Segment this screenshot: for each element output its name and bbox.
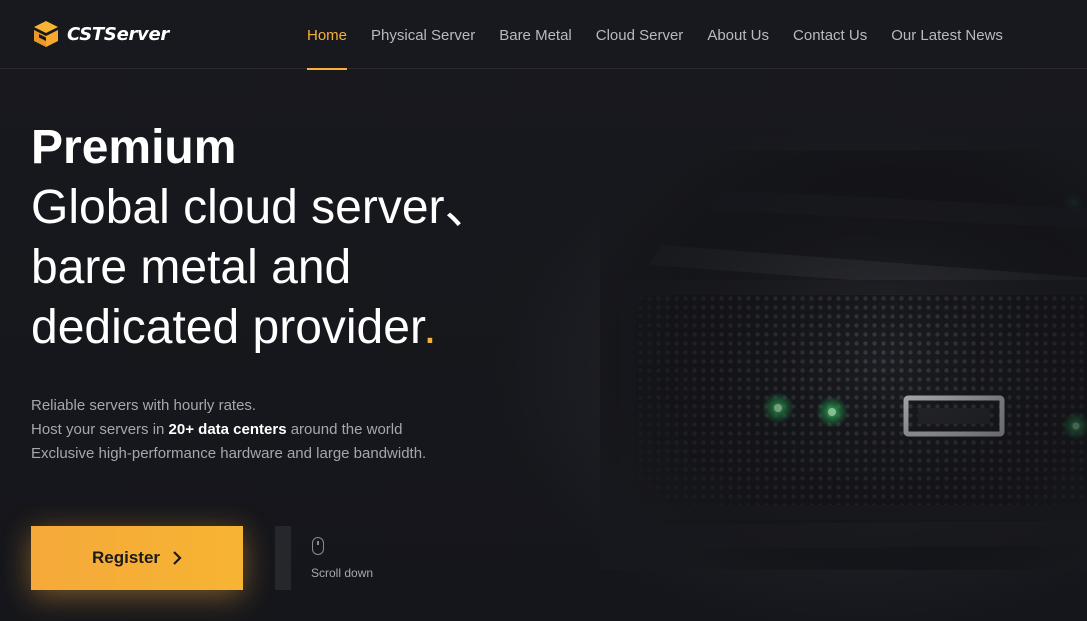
nav-item-latest-news[interactable]: Our Latest News [891, 0, 1003, 69]
desc-line-1: Reliable servers with hourly rates. [31, 397, 257, 414]
hero-headline: Premium Global cloud server、 bare metal … [31, 118, 493, 358]
scroll-down-label: Scroll down [311, 566, 374, 580]
desc-line-2-pre: Host your servers in [31, 421, 169, 438]
nav-item-physical-server[interactable]: Physical Server [371, 0, 475, 69]
register-button[interactable]: Register [31, 526, 243, 590]
mouse-icon [312, 537, 324, 555]
scroll-down-control[interactable]: Scroll down [311, 537, 373, 580]
register-label: Register [91, 548, 161, 567]
desc-line-2-bold: 20+ data centers [168, 421, 287, 438]
divider-bar [275, 526, 291, 590]
brand-name: CSTServer [67, 23, 169, 45]
chevron-right-icon [173, 551, 182, 565]
server-rack-illustration [600, 150, 1087, 570]
headline-line-1: Global cloud server、 [31, 181, 493, 234]
nav-item-about-us[interactable]: About Us [707, 0, 769, 69]
nav-item-cloud-server[interactable]: Cloud Server [596, 0, 684, 69]
nav-item-home[interactable]: Home [307, 0, 348, 70]
nav-item-bare-metal[interactable]: Bare Metal [499, 0, 572, 69]
headline-line-2: bare metal and [31, 241, 352, 294]
cube-logo-icon [34, 21, 58, 47]
brand-logo[interactable]: CSTServer [31, 19, 169, 49]
site-header: CSTServer Home Physical Server Bare Meta… [0, 0, 1087, 70]
hero-description: Reliable servers with hourly rates. Host… [31, 394, 426, 466]
main-nav: Home Physical Server Bare Metal Cloud Se… [307, 0, 1027, 70]
headline-strong: Premium [31, 121, 237, 174]
desc-line-2: Host your servers in 20+ data centers ar… [31, 418, 426, 442]
desc-line-2-post: around the world [286, 421, 403, 438]
nav-item-contact-us[interactable]: Contact Us [793, 0, 867, 69]
headline-line-3-wrap: dedicated provider. [31, 298, 493, 358]
desc-line-3: Exclusive high-performance hardware and … [31, 445, 427, 462]
headline-line-3: dedicated provider [31, 301, 424, 354]
headline-accent-dot: . [423, 301, 437, 354]
